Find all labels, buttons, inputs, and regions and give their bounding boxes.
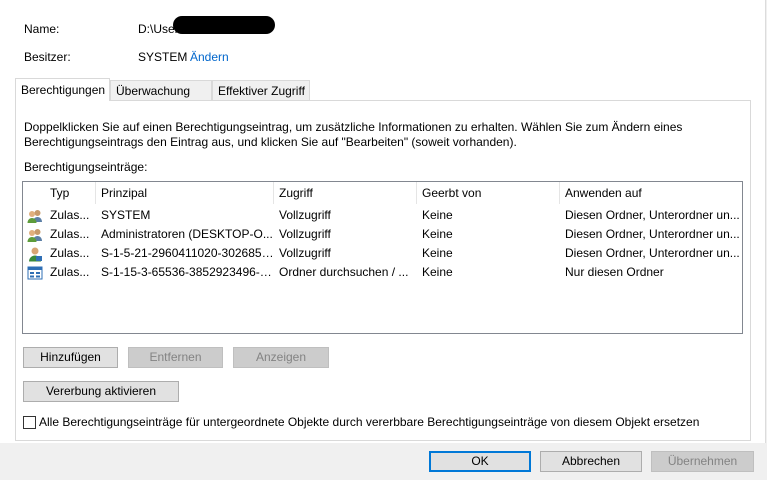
cell-inherited: Keine — [422, 246, 453, 260]
replace-child-permissions-checkbox[interactable] — [23, 416, 36, 429]
entries-label: Berechtigungseinträge: — [24, 160, 148, 174]
cell-inherited: Keine — [422, 227, 453, 241]
cell-principal: S-1-15-3-65536-3852923496-3... — [101, 265, 274, 279]
user-group-icon — [27, 229, 42, 242]
replace-child-permissions-label: Alle Berechtigungseinträge für untergeor… — [39, 415, 700, 429]
user-group-icon — [27, 210, 42, 223]
column-header-type[interactable]: Typ — [45, 182, 96, 204]
cell-access: Ordner durchsuchen / ... — [279, 265, 409, 279]
cell-inherited: Keine — [422, 208, 453, 222]
cancel-button[interactable]: Abbrechen — [540, 451, 642, 472]
column-header-access[interactable]: Zugriff — [274, 182, 417, 204]
table-row[interactable]: Zulas... S-1-5-21-2960411020-3026850... … — [23, 244, 742, 263]
apply-button[interactable]: Übernehmen — [651, 451, 754, 472]
cell-applies: Diesen Ordner, Unterordner un... — [565, 246, 740, 260]
column-header-principal[interactable]: Prinzipal — [96, 182, 274, 204]
cell-access: Vollzugriff — [279, 208, 331, 222]
tab-ueberwachung[interactable]: Überwachung — [110, 80, 212, 100]
enable-inheritance-button[interactable]: Vererbung aktivieren — [23, 381, 179, 402]
change-owner-link[interactable]: Ändern — [190, 50, 229, 64]
redaction-mark — [173, 16, 275, 34]
ok-button[interactable]: OK — [429, 451, 531, 472]
tab-berechtigungen[interactable]: Berechtigungen — [15, 78, 110, 101]
column-header-applies[interactable]: Anwenden auf — [560, 182, 742, 204]
cell-principal: S-1-5-21-2960411020-3026850... — [101, 246, 274, 260]
cell-principal: Administratoren (DESKTOP-O... — [101, 227, 273, 241]
permission-entries-list[interactable]: Typ Prinzipal Zugriff Geerbt von Anwende… — [22, 181, 743, 334]
owner-value: SYSTEM — [138, 50, 188, 64]
cell-inherited: Keine — [422, 265, 453, 279]
add-button[interactable]: Hinzufügen — [23, 347, 118, 368]
cell-type: Zulas... — [50, 265, 90, 279]
column-header-inherited[interactable]: Geerbt von — [417, 182, 560, 204]
dialog-content: Name: D:\Users Besitzer: SYSTEM Ändern B… — [0, 0, 766, 443]
cell-type: Zulas... — [50, 227, 90, 241]
table-row[interactable]: Zulas... Administratoren (DESKTOP-O... V… — [23, 225, 742, 244]
info-text: Doppelklicken Sie auf einen Berechtigung… — [24, 120, 683, 149]
table-row[interactable]: Zulas... SYSTEM Vollzugriff Keine Diesen… — [23, 206, 742, 225]
app-package-icon — [27, 266, 43, 280]
cell-applies: Diesen Ordner, Unterordner un... — [565, 208, 740, 222]
cell-applies: Diesen Ordner, Unterordner un... — [565, 227, 740, 241]
cell-type: Zulas... — [50, 208, 90, 222]
name-label: Name: — [24, 22, 60, 36]
owner-label: Besitzer: — [24, 50, 71, 64]
view-button[interactable]: Anzeigen — [233, 347, 329, 368]
table-row[interactable]: Zulas... S-1-15-3-65536-3852923496-3... … — [23, 263, 742, 282]
list-header: Typ Prinzipal Zugriff Geerbt von Anwende… — [23, 182, 742, 204]
cell-access: Vollzugriff — [279, 227, 331, 241]
tab-effektiver-zugriff[interactable]: Effektiver Zugriff — [212, 80, 310, 100]
user-icon — [29, 247, 42, 262]
cell-type: Zulas... — [50, 246, 90, 260]
cell-principal: SYSTEM — [101, 208, 151, 222]
remove-button[interactable]: Entfernen — [128, 347, 223, 368]
cell-applies: Nur diesen Ordner — [565, 265, 664, 279]
cell-access: Vollzugriff — [279, 246, 331, 260]
